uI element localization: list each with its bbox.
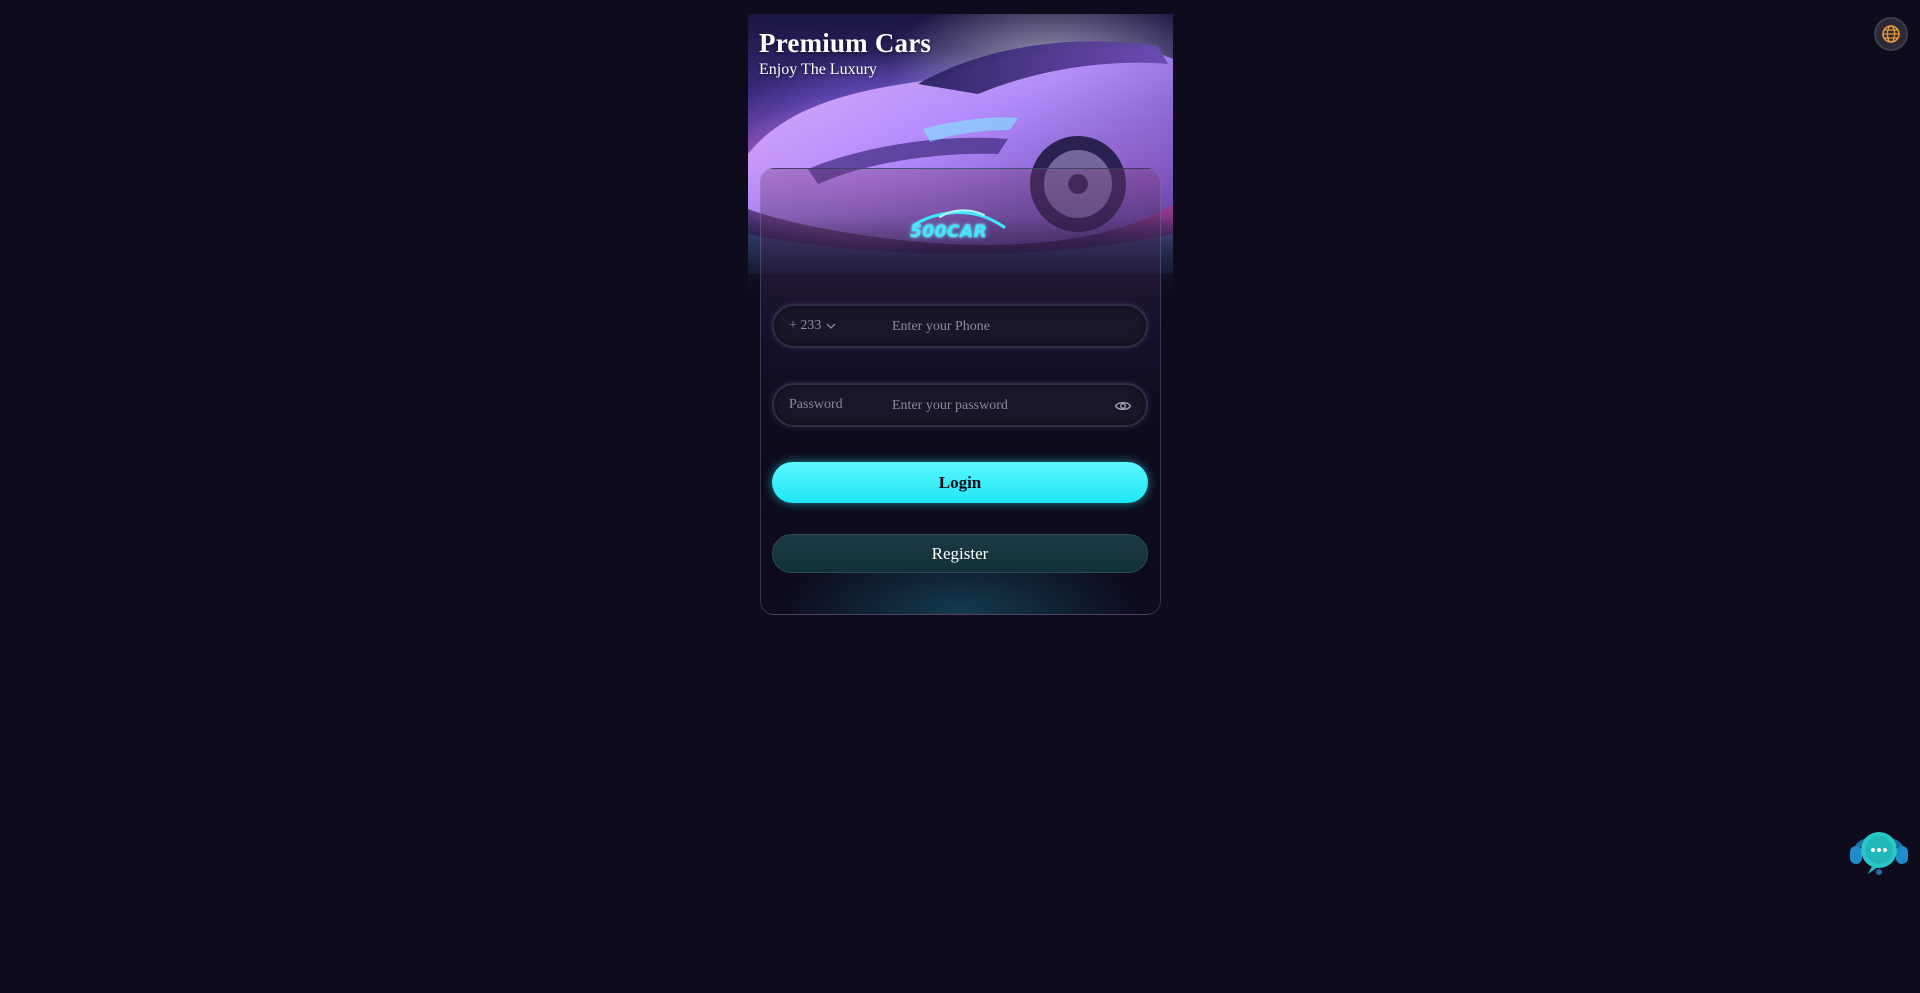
phone-input[interactable] bbox=[892, 316, 1112, 338]
eye-icon[interactable] bbox=[1114, 397, 1132, 415]
globe-icon bbox=[1882, 25, 1900, 43]
brand-subtitle: Enjoy The Luxury bbox=[759, 61, 877, 78]
brand-title: Premium Cars bbox=[759, 28, 932, 58]
password-input[interactable] bbox=[892, 395, 1112, 417]
country-code-select[interactable]: + 233 bbox=[789, 318, 837, 334]
language-button[interactable] bbox=[1874, 17, 1908, 51]
phone-field: + 233 bbox=[772, 304, 1148, 348]
register-button[interactable]: Register bbox=[772, 534, 1148, 573]
login-button[interactable]: Login bbox=[772, 462, 1148, 503]
password-field: Password bbox=[772, 383, 1148, 427]
password-label: Password bbox=[789, 397, 843, 412]
country-code-label: + 233 bbox=[789, 318, 822, 333]
chevron-down-icon bbox=[826, 323, 836, 329]
login-page: Premium Cars Enjoy The Luxury 500CAR + 2… bbox=[0, 0, 1920, 993]
logo-text: 500CAR bbox=[910, 222, 988, 242]
customer-support-chat-icon[interactable] bbox=[1848, 822, 1910, 878]
